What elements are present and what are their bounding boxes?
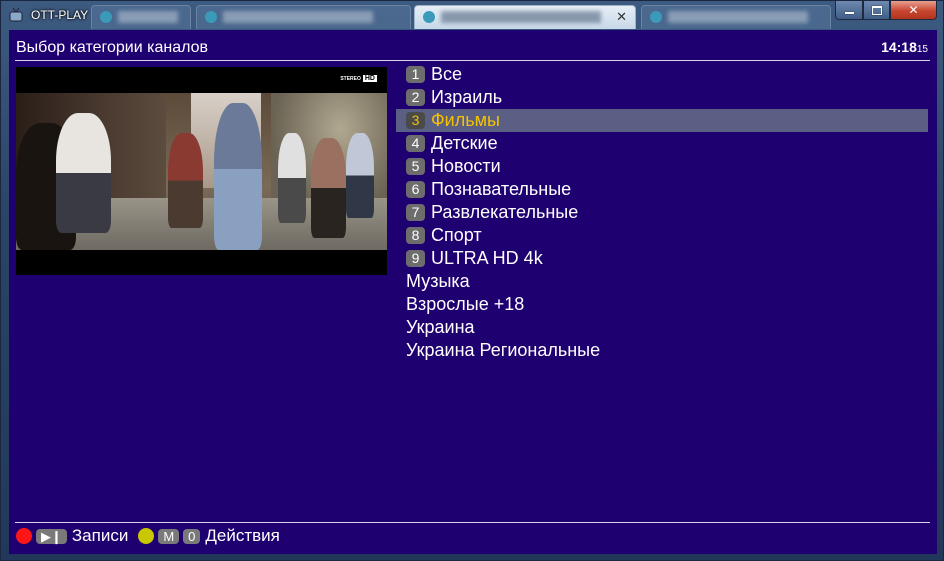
category-number-badge: 7 bbox=[406, 204, 425, 221]
category-label: Детские bbox=[431, 133, 498, 153]
category-number-badge: 9 bbox=[406, 250, 425, 267]
background-tab-active: ✕ bbox=[414, 5, 636, 29]
minimize-icon bbox=[844, 12, 854, 14]
maximize-icon bbox=[871, 5, 882, 15]
background-tab bbox=[641, 5, 831, 29]
window-title: OTT-PLAY bbox=[31, 8, 89, 22]
play-pause-key: ▶❙ bbox=[36, 528, 67, 544]
category-label: Все bbox=[431, 64, 463, 84]
category-item[interactable]: 4 Детские bbox=[396, 132, 928, 155]
category-number-badge: 1 bbox=[406, 66, 425, 83]
footer-hints: ▶❙ Записи M 0 Действия bbox=[16, 526, 280, 546]
category-label: ULTRA HD 4k bbox=[431, 248, 543, 268]
category-label: Развлекательные bbox=[431, 202, 579, 222]
tab-close-icon: ✕ bbox=[616, 9, 627, 24]
zero-key: 0 bbox=[183, 528, 201, 544]
category-item[interactable]: 8 Спорт bbox=[396, 224, 928, 247]
scene-person bbox=[214, 103, 262, 250]
category-item-selected[interactable]: 3 Фильмы bbox=[396, 109, 928, 132]
tab-favicon-icon bbox=[423, 11, 435, 23]
category-label: Фильмы bbox=[431, 110, 500, 130]
category-number-badge: 6 bbox=[406, 181, 425, 198]
yellow-button-icon bbox=[138, 528, 155, 544]
category-item[interactable]: 1 Все bbox=[396, 63, 928, 86]
category-item[interactable]: 7 Развлекательные bbox=[396, 201, 928, 224]
category-item[interactable]: 6 Познавательные bbox=[396, 178, 928, 201]
scene-person bbox=[346, 133, 374, 218]
category-item[interactable]: 5 Новости bbox=[396, 155, 928, 178]
category-label: Взрослые +18 bbox=[406, 294, 525, 314]
close-icon: ✕ bbox=[908, 3, 919, 17]
category-item[interactable]: 2 Израиль bbox=[396, 86, 928, 109]
background-tab bbox=[91, 5, 191, 29]
records-label[interactable]: Записи bbox=[72, 526, 128, 546]
category-item[interactable]: Музыка bbox=[396, 270, 928, 293]
category-number-badge: 3 bbox=[406, 112, 425, 129]
title-bar[interactable]: OTT-PLAY ✕ ✕ bbox=[1, 1, 943, 30]
category-item[interactable]: Украина Региональные bbox=[396, 339, 928, 362]
category-label: Израиль bbox=[431, 87, 503, 107]
hd-channel-logo: STEREO HD bbox=[340, 75, 377, 82]
scene-person bbox=[278, 133, 306, 223]
tab-title-blurred bbox=[668, 11, 808, 23]
category-number-badge: 8 bbox=[406, 227, 425, 244]
category-item[interactable]: 9 ULTRA HD 4k bbox=[396, 247, 928, 270]
tab-favicon-icon bbox=[100, 11, 112, 23]
scene-person bbox=[311, 138, 346, 238]
video-frame bbox=[16, 93, 387, 250]
category-label: Украина Региональные bbox=[406, 340, 601, 360]
category-label: Познавательные bbox=[431, 179, 572, 199]
category-label: Музыка bbox=[406, 271, 470, 291]
clock-time: 14:18 bbox=[881, 39, 917, 55]
scene-person bbox=[56, 113, 111, 233]
video-preview[interactable]: STEREO HD bbox=[16, 67, 387, 275]
red-button-icon bbox=[16, 528, 32, 544]
header-divider bbox=[15, 60, 930, 61]
category-label: Украина bbox=[406, 317, 475, 337]
maximize-button[interactable] bbox=[863, 1, 890, 20]
minimize-button[interactable] bbox=[835, 1, 863, 20]
category-label: Спорт bbox=[431, 225, 482, 245]
tab-title-blurred bbox=[441, 11, 601, 23]
page-title: Выбор категории каналов bbox=[16, 39, 209, 56]
category-label: Новости bbox=[431, 156, 501, 176]
footer-divider bbox=[15, 522, 930, 523]
tab-title-blurred bbox=[118, 11, 178, 23]
player-screen: Выбор категории каналов 14:1815 STEREO HD… bbox=[9, 30, 937, 554]
m-key: M bbox=[158, 528, 180, 544]
hd-logo-small-text: STEREO bbox=[340, 76, 361, 82]
category-menu: 1 Все 2 Израиль 3 Фильмы 4 Детские 5 Новости … bbox=[396, 63, 928, 362]
tv-icon bbox=[9, 7, 23, 22]
category-number-badge: 2 bbox=[406, 89, 425, 106]
category-item[interactable]: Украина bbox=[396, 316, 928, 339]
category-number-badge: 5 bbox=[406, 158, 425, 175]
clock-seconds: 15 bbox=[916, 44, 928, 55]
close-button[interactable]: ✕ bbox=[890, 1, 937, 20]
scene-person bbox=[168, 133, 203, 228]
tab-favicon-icon bbox=[205, 11, 217, 23]
background-tab bbox=[196, 5, 411, 29]
app-window: OTT-PLAY ✕ ✕ Выбор категории каналов 14:… bbox=[0, 0, 944, 561]
category-number-badge: 4 bbox=[406, 135, 425, 152]
actions-label[interactable]: Действия bbox=[205, 526, 279, 546]
hd-logo-badge: HD bbox=[362, 75, 377, 82]
category-item[interactable]: Взрослые +18 bbox=[396, 293, 928, 316]
clock: 14:1815 bbox=[881, 39, 928, 55]
tab-favicon-icon bbox=[650, 11, 662, 23]
tab-title-blurred bbox=[223, 11, 373, 23]
